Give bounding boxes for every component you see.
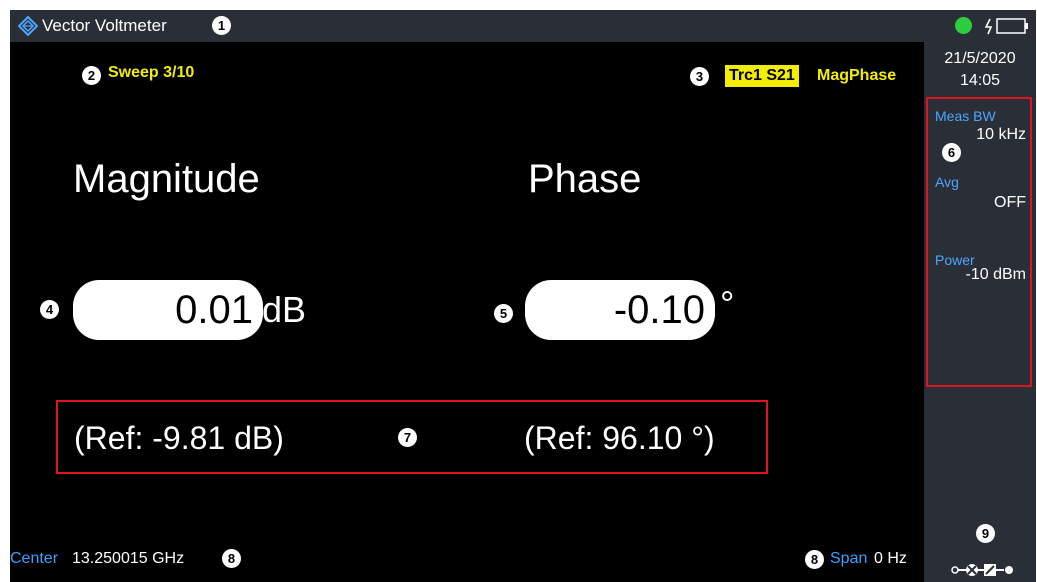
center-frequency-value[interactable]: 13.250015 GHz [72, 548, 184, 570]
center-frequency-label[interactable]: Center [10, 548, 58, 570]
magnitude-value: 0.01 [73, 280, 263, 340]
date-text: 21/5/2020 [944, 50, 1016, 67]
status-led-icon [955, 17, 972, 34]
callout-9: 9 [976, 524, 995, 543]
callout-8-right: 8 [805, 550, 824, 569]
time-text: 14:05 [959, 72, 1001, 89]
callout-3: 3 [690, 67, 709, 86]
measurement-area: 2 Sweep 3/10 3 Trc1 S21 MagPhase Magnitu… [10, 42, 924, 582]
measurement-settings-panel: Meas BW 10 kHz 6 Avg OFF Power -10 dBm [926, 97, 1032, 387]
callout-8-left: 8 [222, 549, 241, 568]
phase-heading: Phase [528, 157, 642, 201]
meas-bw-label[interactable]: Meas BW [935, 107, 996, 125]
trace-format[interactable]: MagPhase [817, 65, 896, 87]
callout-4: 4 [40, 300, 59, 319]
callout-5: 5 [494, 304, 513, 323]
avg-value[interactable]: OFF [994, 193, 1026, 213]
span-label[interactable]: Span [830, 548, 867, 570]
power-value[interactable]: -10 dBm [966, 265, 1026, 285]
phase-value: -0.10 [525, 280, 715, 340]
callout-7: 7 [398, 428, 417, 447]
phase-ref: (Ref: 96.10 °) [524, 420, 715, 456]
rs-diamond-logo-icon [18, 16, 38, 36]
span-value[interactable]: 0 Hz [874, 548, 907, 570]
battery-charging-icon [985, 18, 1028, 35]
magnitude-unit: dB [262, 289, 307, 330]
app-title: Vector Voltmeter [42, 16, 167, 35]
instrument-screen: Vector Voltmeter 1 2 Sweep 3/10 3 Trc1 S… [10, 10, 1036, 582]
status-sidebar: 21/5/2020 14:05 Meas BW 10 kHz 6 Avg OFF… [924, 42, 1036, 582]
magnitude-heading: Magnitude [73, 157, 260, 201]
reference-values-box: (Ref: -9.81 dB) 7 (Ref: 96.10 °) [56, 400, 768, 474]
callout-6: 6 [942, 143, 961, 162]
calibration-connector-icon[interactable] [950, 559, 1028, 581]
meas-bw-value[interactable]: 10 kHz [976, 125, 1026, 145]
trace-tag[interactable]: Trc1 S21 [725, 65, 799, 87]
magnitude-ref: (Ref: -9.81 dB) [74, 420, 284, 456]
sweep-counter: Sweep 3/10 [108, 64, 195, 81]
callout-1: 1 [212, 16, 231, 35]
phase-unit: ° [720, 283, 735, 324]
date-time: 21/5/2020 14:05 [924, 48, 1036, 92]
avg-label[interactable]: Avg [935, 173, 959, 191]
title-bar: Vector Voltmeter 1 [10, 10, 1036, 42]
callout-2: 2 [82, 66, 101, 85]
